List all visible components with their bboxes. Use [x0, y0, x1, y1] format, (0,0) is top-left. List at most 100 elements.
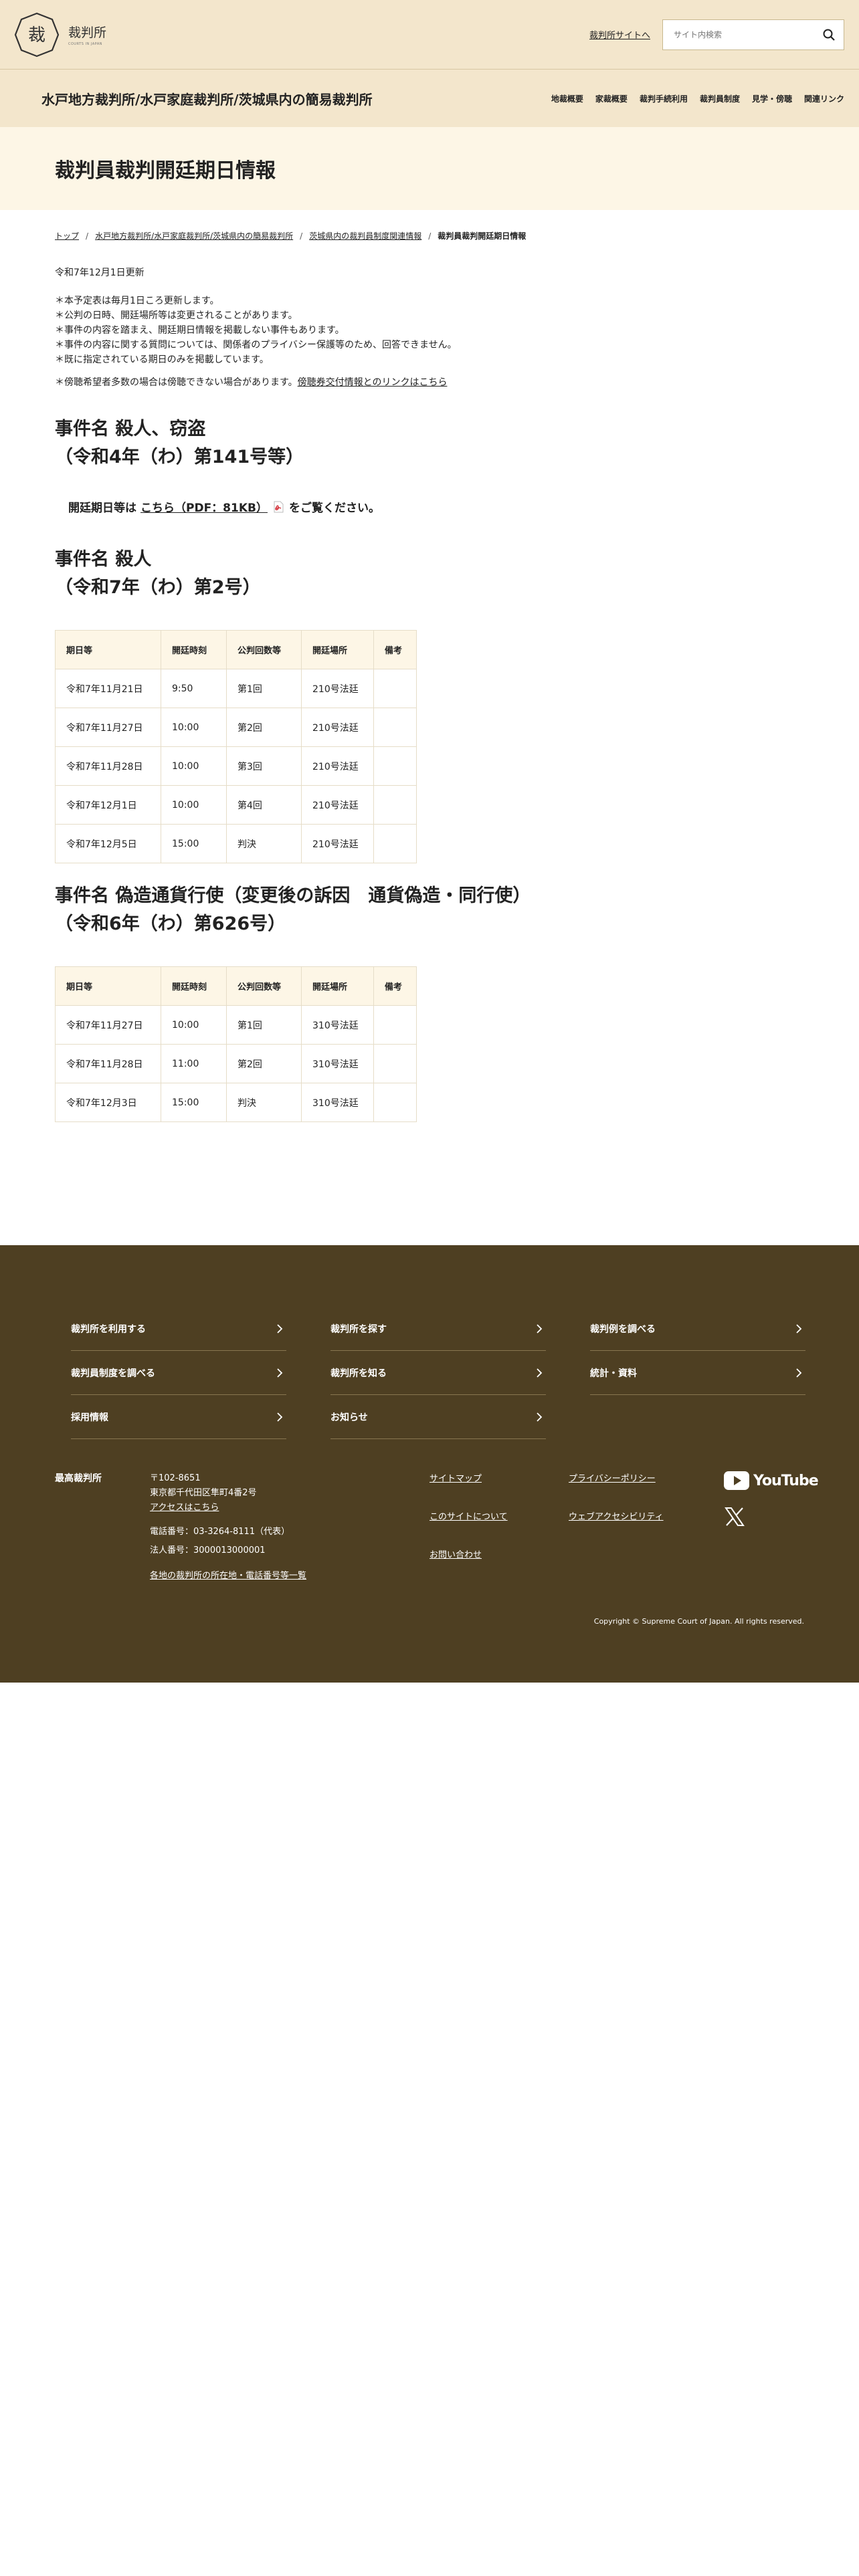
youtube-link[interactable]: YouTube	[724, 1471, 819, 1490]
about-site-link[interactable]: このサイトについて	[430, 1509, 508, 1522]
breadcrumb-separator: /	[300, 231, 303, 241]
nav-item-procedures[interactable]: 裁判手続利用	[640, 93, 688, 104]
table-row: 令和7年11月28日 10:00 第3回 210号法廷	[55, 746, 417, 786]
table-header-row: 期日等 開廷時刻 公判回数等 開廷場所 備考	[55, 630, 417, 669]
all-courts-link[interactable]: 各地の裁判所の所在地・電話番号等一覧	[150, 1571, 306, 1581]
cell-remarks	[373, 1083, 417, 1122]
footer-link-statistics[interactable]: 統計・資料	[590, 1351, 805, 1395]
breadcrumb-court[interactable]: 水戸地方裁判所/水戸家庭裁判所/茨城県内の簡易裁判所	[95, 230, 293, 241]
cell-time: 10:00	[161, 1005, 227, 1045]
nav-item-district-overview[interactable]: 地裁概要	[551, 93, 583, 104]
case-number: （令和7年（わ）第2号）	[55, 577, 261, 598]
footer-link-label: 裁判員制度を調べる	[71, 1368, 155, 1379]
cell-remarks	[373, 708, 417, 747]
svg-text:裁: 裁	[28, 25, 45, 45]
cell-courtroom: 310号法廷	[301, 1083, 374, 1122]
web-accessibility-link[interactable]: ウェブアクセシビリティ	[569, 1509, 664, 1522]
cell-date: 令和7年11月27日	[55, 708, 161, 747]
portal-link[interactable]: 裁判所サイトへ	[589, 28, 650, 41]
table-row: 令和7年11月21日 9:50 第1回 210号法廷	[55, 669, 417, 708]
footer-link-find-courts[interactable]: 裁判所を探す	[330, 1307, 546, 1351]
cell-date: 令和7年12月1日	[55, 785, 161, 825]
footer-link-use-courts[interactable]: 裁判所を利用する	[71, 1307, 286, 1351]
nav-item-visit[interactable]: 見学・傍聴	[752, 93, 792, 104]
footer-col-2: プライバシーポリシー ウェブアクセシビリティ	[569, 1471, 664, 1522]
nav-item-lay-judge[interactable]: 裁判員制度	[700, 93, 740, 104]
footer-link-news[interactable]: お知らせ	[330, 1395, 546, 1439]
chevron-right-icon	[537, 1323, 543, 1333]
cell-time: 10:00	[161, 746, 227, 786]
privacy-policy-link[interactable]: プライバシーポリシー	[569, 1471, 664, 1484]
footer-link-label: 裁判所を知る	[330, 1368, 387, 1379]
cell-time: 10:00	[161, 785, 227, 825]
case-title: 事件名 殺人 （令和7年（わ）第2号）	[55, 546, 803, 602]
cell-courtroom: 310号法廷	[301, 1005, 374, 1045]
footer-link-label: お知らせ	[330, 1412, 368, 1423]
breadcrumb-top[interactable]: トップ	[55, 230, 79, 241]
cell-courtroom: 210号法廷	[301, 824, 374, 863]
cell-courtroom: 210号法廷	[301, 708, 374, 747]
cell-session: 第2回	[226, 708, 302, 747]
pdf-prefix: 開廷期日等は	[68, 502, 136, 515]
cell-session: 判決	[226, 824, 302, 863]
footer-link-label: 統計・資料	[590, 1368, 637, 1379]
ticket-info-link[interactable]: 傍聴券交付情報とのリンクはこちら	[298, 377, 448, 388]
global-nav: 地裁概要 家裁概要 裁判手続利用 裁判員制度 見学・傍聴 関連リンク	[551, 93, 844, 104]
footer-link-label: 採用情報	[71, 1412, 108, 1423]
logo-text: 裁判所	[68, 25, 107, 40]
col-header-date: 期日等	[55, 966, 161, 1006]
col-header-courtroom: 開廷場所	[301, 630, 374, 669]
site-footer: 裁判所を利用する 裁判所を探す 裁判例を調べる 裁判員制度を調べる 裁判所を知る…	[0, 1245, 859, 1683]
cell-date: 令和7年11月28日	[55, 746, 161, 786]
case-title: 事件名 偽造通貨行使（変更後の訴因 通貨偽造・同行使） （令和6年（わ）第626…	[55, 882, 803, 938]
nav-item-family-overview[interactable]: 家裁概要	[595, 93, 628, 104]
court-bar: 水戸地方裁判所/水戸家庭裁判所/茨城県内の簡易裁判所 地裁概要 家裁概要 裁判手…	[0, 70, 859, 127]
cell-remarks	[373, 1005, 417, 1045]
search-icon[interactable]	[822, 28, 836, 41]
footer-col-1: サイトマップ このサイトについて お問い合わせ	[430, 1471, 508, 1560]
chevron-right-icon	[277, 1412, 283, 1422]
address-block: 〒102-8651 東京都千代田区隼町4番2号 アクセスはこちら 電話番号：03…	[150, 1471, 306, 1584]
nav-item-links[interactable]: 関連リンク	[804, 93, 844, 104]
breadcrumb-current: 裁判員裁判開廷期日情報	[438, 231, 527, 241]
case-number: （令和4年（わ）第141号等）	[55, 447, 304, 467]
cell-remarks	[373, 785, 417, 825]
cell-courtroom: 210号法廷	[301, 785, 374, 825]
cell-session: 第1回	[226, 1005, 302, 1045]
note-item: ＊公判の日時、開廷場所等は変更されることがあります。	[55, 310, 298, 321]
cell-remarks	[373, 1044, 417, 1083]
corporate-number: 法人番号：3000013000001	[150, 1545, 266, 1555]
court-name[interactable]: 水戸地方裁判所/水戸家庭裁判所/茨城県内の簡易裁判所	[41, 89, 373, 108]
org-name: 最高裁判所	[55, 1473, 102, 1484]
access-link[interactable]: アクセスはこちら	[150, 1503, 219, 1513]
cell-session: 判決	[226, 1083, 302, 1122]
x-twitter-icon[interactable]	[724, 1506, 745, 1527]
col-header-time: 開廷時刻	[161, 966, 227, 1006]
schedule-table: 期日等 開廷時刻 公判回数等 開廷場所 備考 令和7年11月27日 10:00 …	[55, 966, 417, 1122]
chevron-right-icon	[796, 1323, 802, 1333]
footer-link-lay-judge[interactable]: 裁判員制度を調べる	[71, 1351, 286, 1395]
contact-link[interactable]: お問い合わせ	[430, 1547, 508, 1560]
sitemap-link[interactable]: サイトマップ	[430, 1471, 508, 1484]
table-header-row: 期日等 開廷時刻 公判回数等 開廷場所 備考	[55, 966, 417, 1006]
footer-link-recruitment[interactable]: 採用情報	[71, 1395, 286, 1439]
page-title: 裁判員裁判開廷期日情報	[55, 159, 276, 183]
search-input[interactable]	[674, 29, 822, 39]
col-header-remarks: 備考	[373, 966, 417, 1006]
cell-session: 第2回	[226, 1044, 302, 1083]
court-emblem-icon: 裁	[14, 12, 60, 57]
pdf-link[interactable]: こちら（PDF：81KB）	[140, 498, 268, 515]
notes: ＊本予定表は毎月1日ころ更新します。 ＊公判の日時、開廷場所等は変更されることが…	[55, 294, 803, 367]
footer-link-case-law[interactable]: 裁判例を調べる	[590, 1307, 805, 1351]
footer-link-about-courts[interactable]: 裁判所を知る	[330, 1351, 546, 1395]
case-name: 事件名 殺人	[55, 549, 152, 570]
note-item: ＊本予定表は毎月1日ころ更新します。	[55, 296, 219, 306]
case-title: 事件名 殺人、窃盗 （令和4年（わ）第141号等）	[55, 415, 803, 471]
note-item: ＊事件の内容を踏まえ、開廷期日情報を掲載しない事件もあります。	[55, 325, 345, 336]
col-header-courtroom: 開廷場所	[301, 966, 374, 1006]
cell-courtroom: 210号法廷	[301, 746, 374, 786]
site-logo[interactable]: 裁 裁判所 COURTS IN JAPAN	[13, 11, 106, 58]
breadcrumb-lay-judge-info[interactable]: 茨城県内の裁判員制度関連情報	[309, 230, 421, 241]
footer-link-label: 裁判所を利用する	[71, 1323, 146, 1335]
col-header-date: 期日等	[55, 630, 161, 669]
